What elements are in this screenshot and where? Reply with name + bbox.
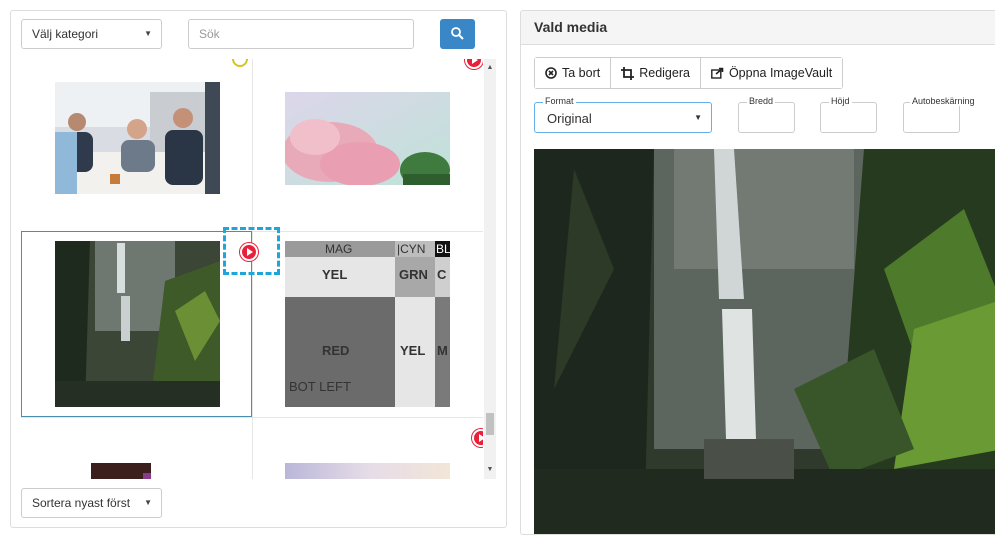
format-select[interactable]: Format Original ▼ [534,96,712,133]
sort-select-value: Sortera nyast först [32,496,131,510]
chart-label: RED [322,343,350,358]
height-legend: Höjd [829,96,852,106]
media-thumbnail-gradient[interactable] [285,463,450,479]
play-icon[interactable] [472,429,483,447]
chevron-down-icon: ▼ [694,113,702,122]
search-input[interactable]: Sök [188,19,414,49]
sort-select[interactable]: Sortera nyast först ▼ [21,488,162,518]
chevron-down-icon: ▼ [144,29,152,38]
edit-button-label: Redigera [639,66,690,80]
width-legend: Bredd [747,96,776,106]
share-icon [711,67,724,79]
highlight-marker [223,227,280,275]
remove-button-label: Ta bort [562,66,601,80]
chart-label: GRN [399,267,428,282]
chart-label: BOT LEFT [289,379,351,394]
scrollbar-thumb[interactable] [486,413,494,435]
height-field[interactable]: Höjd [820,96,877,133]
media-thumbnail-clouds[interactable] [285,92,450,185]
panel-title: Vald media [521,11,995,45]
open-imagevault-button[interactable]: Öppna ImageVault [700,58,843,88]
waterfall-preview-image [534,149,995,534]
autocrop-legend: Autobeskärning [910,96,977,106]
chart-label: M [437,343,448,358]
chart-label: BL [436,242,450,256]
width-field[interactable]: Bredd [738,96,795,133]
clouds-image [285,92,450,185]
waterfall-image [55,241,220,407]
media-thumbnail-dark[interactable] [91,463,151,479]
media-toolbar: Ta bort Redigera Öppna ImageVault [534,57,844,89]
grid-scrollbar[interactable]: ▲ ▼ [484,59,496,479]
category-select-value: Välj kategori [32,27,99,41]
edit-button[interactable]: Redigera [611,58,701,88]
meeting-photo [55,82,220,194]
media-grid: MAG |CYN BL YEL GRN C RED YEL M BOT LEFT [21,59,483,479]
crop-icon [621,66,635,80]
selected-media-panel: Vald media Ta bort Redigera Öppna ImageV… [520,10,995,535]
search-placeholder: Sök [199,27,220,41]
search-icon [451,27,464,40]
grid-divider [21,417,483,418]
status-icon [232,59,248,67]
chart-label: YEL [400,343,426,358]
media-thumbnail-testchart[interactable]: MAG |CYN BL YEL GRN C RED YEL M BOT LEFT [285,241,450,407]
media-preview [534,149,995,534]
play-icon[interactable] [465,59,483,69]
scroll-down-icon[interactable]: ▼ [484,463,496,477]
format-value: Original [547,111,592,126]
chart-label: YEL [322,267,348,282]
chart-label: C [437,267,447,282]
chart-label: |CYN [397,242,426,256]
remove-button[interactable]: Ta bort [535,58,612,88]
media-thumbnail-waterfall[interactable] [55,241,220,407]
category-select[interactable]: Välj kategori ▼ [21,19,162,49]
remove-circle-icon [545,67,557,79]
search-button[interactable] [440,19,475,49]
open-imagevault-label: Öppna ImageVault [728,66,833,80]
scroll-up-icon[interactable]: ▲ [484,61,496,75]
format-legend: Format [543,96,576,106]
media-browser-panel: Välj kategori ▼ Sök MAG |CYN BL YEL GRN … [10,10,507,528]
chevron-down-icon: ▼ [144,498,152,507]
media-thumbnail-meeting[interactable] [55,82,220,194]
autocrop-field[interactable]: Autobeskärning [903,96,977,133]
chart-label: MAG [325,242,353,256]
